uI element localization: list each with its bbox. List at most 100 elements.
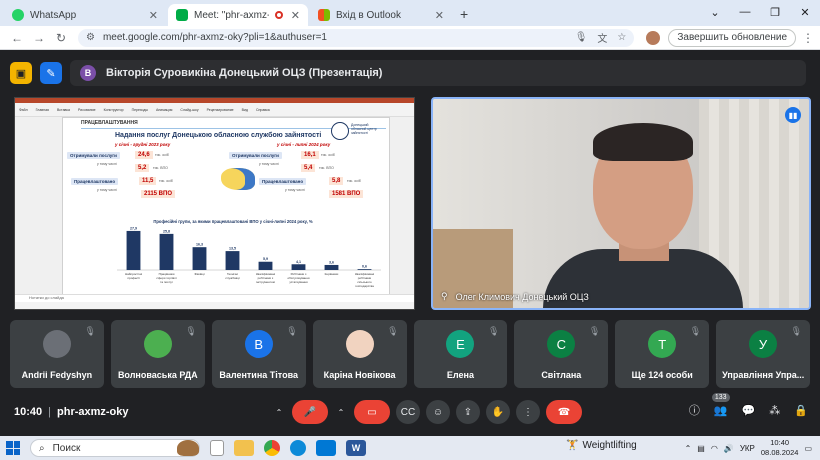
windows-app-icon[interactable]	[316, 440, 336, 456]
audio-options-icon[interactable]: ⌃	[272, 400, 286, 424]
bar-value-label: 27,9	[130, 226, 137, 230]
bar-value-label: 3,6	[329, 260, 334, 264]
participant-name: Каріна Новікова	[323, 370, 396, 380]
taskbar-clock[interactable]: 10:40 08.08.2024	[761, 438, 799, 458]
emoji-button[interactable]: ☺	[426, 400, 450, 424]
forward-icon[interactable]: →	[28, 31, 50, 45]
update-button[interactable]: Завершить обновление	[668, 28, 796, 47]
employed-label-2023: Працевлаштовано	[71, 178, 119, 185]
more-options-button[interactable]: ⋮	[516, 400, 540, 424]
mic-muted-icon: 🎙	[588, 326, 601, 336]
url-text[interactable]: meet.google.com/phr-axmz-oky?pli=1&authu…	[103, 32, 565, 43]
tab-whatsapp[interactable]: WhatsApp ✕	[4, 4, 166, 26]
category-label: господарства	[355, 284, 374, 288]
network-icon[interactable]: ▤	[697, 444, 705, 453]
taskbar-search[interactable]: ⌕ Поиск	[30, 439, 200, 457]
search-icon: ⌕	[39, 442, 45, 454]
new-tab-button[interactable]: +	[460, 6, 468, 22]
unit: тис. осіб	[159, 179, 173, 183]
notifications-icon[interactable]: ▭	[804, 444, 812, 453]
tab-meet[interactable]: Meet: "phr-axmz-oky" ✕	[168, 4, 308, 26]
wifi-icon[interactable]: ◠	[711, 444, 718, 453]
chart-bar	[357, 269, 372, 270]
back-icon[interactable]: ←	[6, 31, 28, 45]
address-bar[interactable]: ⚙ meet.google.com/phr-axmz-oky?pli=1&aut…	[78, 28, 635, 47]
chrome-icon[interactable]	[264, 440, 280, 456]
word-icon[interactable]: W	[346, 440, 366, 456]
participant-name: Елена	[446, 370, 474, 380]
unit: тис. осіб	[347, 179, 361, 183]
microsoft-icon	[318, 9, 330, 21]
participant-tile[interactable]: 🎙 В Валентина Тітова	[211, 320, 306, 388]
chevron-up-icon[interactable]: ⌃	[685, 444, 692, 453]
minimize-button[interactable]: —	[730, 0, 760, 24]
people-icon[interactable]: 👥 133	[711, 392, 730, 417]
mic-muted-icon: 🎙	[387, 326, 399, 336]
maximize-button[interactable]: ❐	[760, 0, 790, 24]
mic-muted-icon: 🎙	[84, 326, 96, 336]
close-icon[interactable]: ✕	[149, 9, 158, 22]
windows-start-icon[interactable]	[6, 441, 20, 455]
vpo-value-2024: 5,4	[301, 164, 316, 172]
presentation-tile[interactable]: Файл Главная Вставка Рисование Конструкт…	[14, 97, 415, 310]
incl-label: у тому числі	[285, 188, 305, 192]
participant-tile[interactable]: 🎙 Каріна Новікова	[312, 320, 407, 388]
camera-off-button[interactable]: ▭	[354, 400, 390, 424]
participant-tile[interactable]: 🎙 Е Елена	[413, 320, 508, 388]
camera-tile[interactable]: ▮▮ ⚲ Олег Климович Донецький ОЦЗ	[431, 97, 811, 310]
edge-icon[interactable]	[290, 440, 306, 456]
captions-button[interactable]: CC	[396, 400, 420, 424]
file-explorer-icon[interactable]	[234, 440, 254, 456]
raise-hand-button[interactable]: ✋	[486, 400, 510, 424]
chat-icon[interactable]: 💬	[742, 404, 756, 417]
mic-muted-icon: 🎙	[185, 326, 197, 336]
map-avatar-icon	[42, 330, 71, 358]
site-info-icon[interactable]: ⚙	[86, 32, 95, 43]
participant-tile[interactable]: 🎙 Т Ще 124 особи	[615, 320, 710, 388]
hide-presentation-icon[interactable]: ▣	[10, 62, 32, 84]
avatar: Т	[648, 330, 677, 358]
profile-avatar[interactable]	[646, 30, 661, 45]
tab-title: WhatsApp	[30, 9, 77, 21]
leave-call-button[interactable]: ☎	[546, 400, 582, 424]
weather-widget[interactable]: 🏋 Weightlifting	[566, 440, 637, 451]
participant-tile[interactable]: 🎙 У Управління Упра...	[716, 320, 810, 388]
avatar: В	[80, 65, 96, 81]
info-icon[interactable]: ⓘ	[689, 402, 700, 418]
vpo-value-2023: 5,2	[135, 164, 150, 172]
video-options-icon[interactable]: ⌃	[334, 400, 348, 424]
system-tray: ⌃ ▤ ◠ 🔊 УКР 10:40 08.08.2024 ▭	[685, 438, 812, 458]
pin-icon[interactable]: ⚲	[441, 291, 448, 302]
close-icon[interactable]: ✕	[291, 9, 300, 22]
participant-tile[interactable]: 🎙 Волноваська РДА	[110, 320, 205, 388]
participant-tile[interactable]: 🎙 С Світлана	[514, 320, 609, 388]
activities-icon[interactable]: ⁂	[769, 404, 780, 417]
mic-off-button[interactable]: 🎤	[292, 400, 328, 424]
bookmark-star-icon[interactable]: ☆	[617, 32, 626, 43]
ppt-ribbon: Файл Главная Вставка Рисование Конструкт…	[15, 103, 414, 117]
translate-icon[interactable]: 文	[597, 30, 607, 45]
avatar: В	[244, 330, 273, 358]
category-label: Фахівці	[194, 272, 204, 276]
ppt-workspace: ПРАЦЕВЛАШТУВАННЯ Надання послуг Донецько…	[15, 117, 414, 301]
tab-outlook[interactable]: Вхід в Outlook ✕	[310, 4, 452, 26]
mic-muted-icon: 🎙	[286, 326, 298, 336]
participant-tile[interactable]: 🎙 Andrii Fedyshyn	[10, 320, 104, 388]
menu-icon[interactable]: ⋮	[802, 31, 814, 45]
host-controls-icon[interactable]: 🔒	[794, 404, 808, 417]
present-button[interactable]: ⇪	[456, 400, 480, 424]
lang-indicator[interactable]: УКР	[740, 444, 755, 453]
close-icon[interactable]: ✕	[435, 9, 444, 22]
employed-vpo-2023: 2115 ВПО	[141, 190, 175, 198]
avatar: У	[749, 330, 778, 358]
microphone-icon[interactable]: 🎙	[575, 32, 588, 43]
task-view-icon[interactable]	[210, 440, 224, 456]
participant-name: Ще 124 особи	[631, 370, 693, 380]
mic-muted-icon: 🎙	[790, 326, 802, 336]
reload-icon[interactable]: ↻	[50, 31, 72, 45]
participant-name: Волноваська РДА	[117, 370, 198, 380]
present-icon[interactable]: ✎	[40, 62, 62, 84]
volume-icon[interactable]: 🔊	[724, 444, 734, 453]
close-window-button[interactable]: ✕	[790, 0, 820, 24]
tab-search-button[interactable]: ⌄	[700, 0, 730, 24]
